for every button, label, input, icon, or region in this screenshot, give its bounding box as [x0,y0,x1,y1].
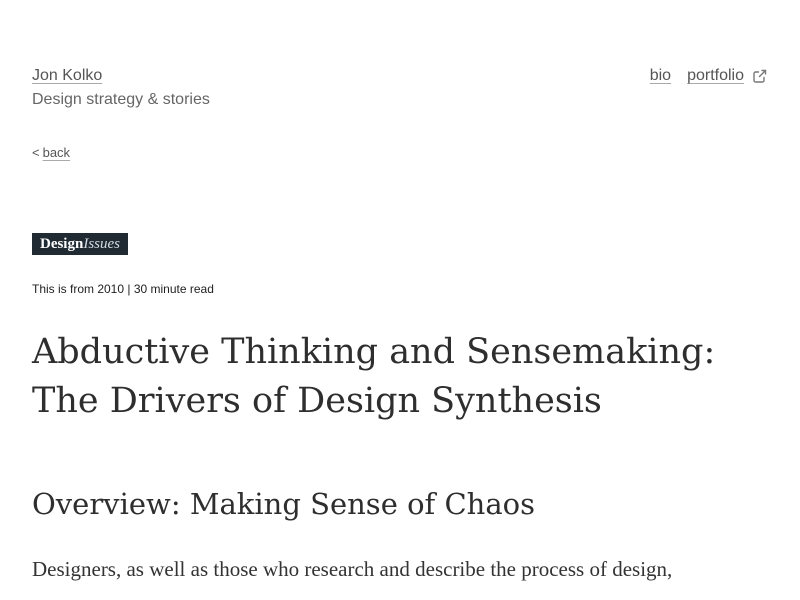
nav-bio-link[interactable]: bio [650,66,671,86]
back-chevron: < [32,145,40,160]
external-link-icon[interactable] [752,68,768,84]
site-tagline: Design strategy & stories [32,91,210,108]
site-header: Jon Kolko Design strategy & stories bio … [32,66,768,116]
logo-text-issues: Issues [83,235,120,252]
logo-text-design: Design [39,235,84,252]
top-nav: bio portfolio [650,66,768,86]
site-name-link[interactable]: Jon Kolko [32,66,102,86]
back-navigation: < back [32,145,70,161]
section-heading: Overview: Making Sense of Chaos [32,487,535,521]
article-title: Abductive Thinking and Sensemaking: The … [32,332,716,421]
article-body-paragraph: Designers, as well as those who research… [32,557,673,581]
nav-portfolio-link[interactable]: portfolio [687,66,744,86]
article-meta: This is from 2010 | 30 minute read [32,282,214,296]
back-link[interactable]: back [43,145,70,160]
design-issues-logo: Design Issues [32,233,128,255]
